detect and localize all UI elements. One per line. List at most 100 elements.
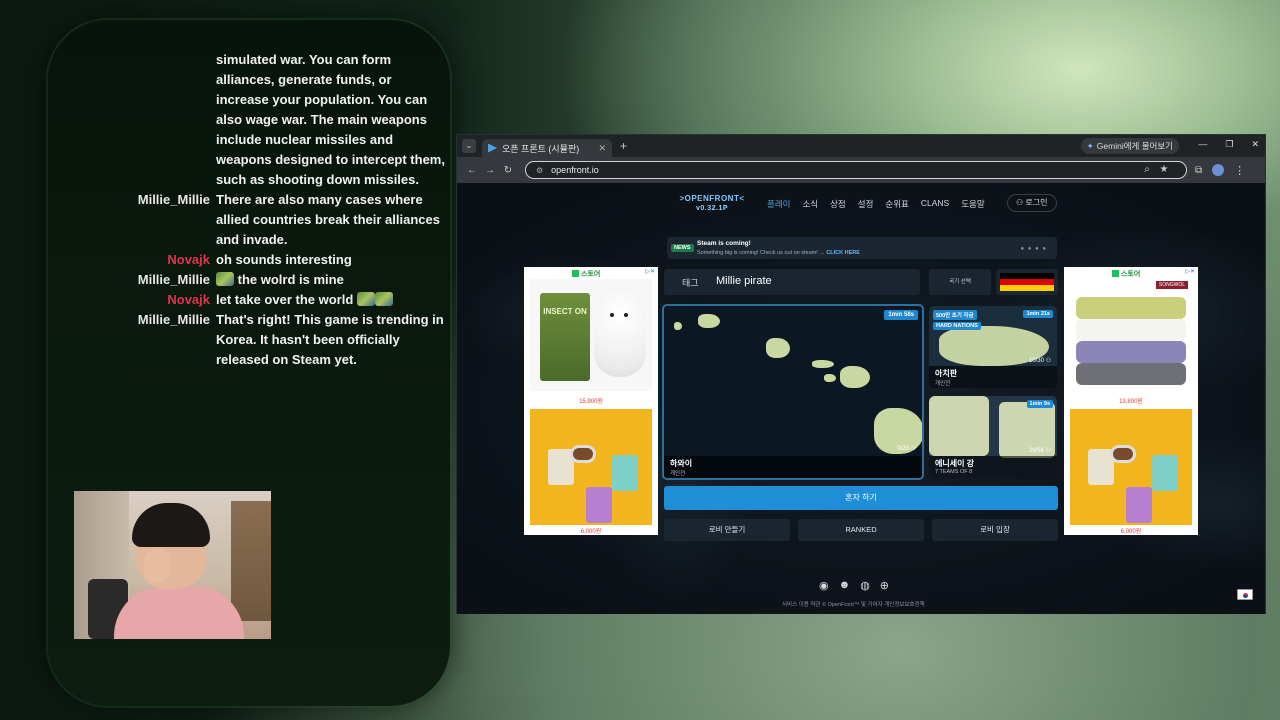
island bbox=[812, 360, 834, 368]
map-card-archipelago[interactable]: 500만 초기 자금 HARD NATIONS 1min 21s 10/30 ⚇… bbox=[929, 306, 1057, 388]
news-badge: NEWS bbox=[671, 244, 694, 252]
browser-window: ⌄ 오픈 프론트 (시뮬판) ✕ + ✦ Gemini에게 물어보기 — ❐ ✕ … bbox=[456, 134, 1266, 614]
right-advertisement[interactable]: 스토어 ▷✕ SONGWOL 13,800원 6,000원 bbox=[1064, 267, 1198, 535]
minimize-icon[interactable]: — bbox=[1198, 139, 1207, 150]
chat-username[interactable]: Millie_Millie bbox=[136, 190, 216, 210]
map-player-count: 29/56 ⚇ bbox=[1028, 448, 1051, 454]
ad-product-image-dogfood[interactable]: INSECT ON bbox=[530, 279, 652, 391]
chat-text: oh sounds interesting bbox=[216, 252, 352, 267]
openfront-logo[interactable]: >OPENFRONT< v0.32.1P bbox=[677, 194, 747, 214]
map-mode: 개인전 bbox=[670, 471, 686, 477]
treat-pouch bbox=[1126, 487, 1152, 523]
close-window-icon[interactable]: ✕ bbox=[1251, 139, 1259, 150]
chat-text: let take over the world bbox=[216, 290, 393, 310]
dog-image bbox=[594, 287, 646, 377]
browser-menu-icon[interactable]: ⋮ bbox=[1234, 164, 1245, 177]
news-link[interactable]: → CLICK HERE bbox=[819, 250, 860, 256]
menu-item-1[interactable]: 소식 bbox=[802, 198, 818, 210]
zoom-icon[interactable]: ⌕ bbox=[1144, 164, 1160, 175]
url-bar[interactable]: ⚙ openfront.io ⌕★ bbox=[525, 161, 1187, 179]
treat-pouch bbox=[586, 487, 612, 523]
site-info-icon[interactable]: ⚙ bbox=[536, 166, 543, 175]
map-timer: 1min 9s bbox=[1026, 400, 1053, 408]
chat-text-span: let take over the world bbox=[216, 292, 357, 307]
profile-avatar[interactable] bbox=[1212, 164, 1225, 176]
player-count-text: 0/20 bbox=[897, 446, 909, 452]
chat-text: There are also many cases where allied c… bbox=[216, 192, 440, 247]
play-solo-button[interactable]: 혼자 하기 bbox=[664, 486, 1058, 510]
version-text: v0.32.1P bbox=[695, 205, 729, 212]
chat-message: Novajk let take over the world bbox=[136, 290, 446, 310]
ranked-button[interactable]: RANKED bbox=[798, 519, 924, 541]
username-input[interactable]: 태그 Millie pirate bbox=[664, 269, 920, 295]
menu-item-6[interactable]: 도움말 bbox=[961, 198, 984, 210]
ad-product-image-towels[interactable]: SONGWOL bbox=[1070, 279, 1192, 391]
flag-stripe bbox=[1000, 285, 1054, 291]
menu-item-0[interactable]: 플레이 bbox=[767, 198, 790, 210]
ad-product-image-treats[interactable] bbox=[1070, 409, 1192, 525]
cam-person-body bbox=[114, 586, 244, 639]
flag-select-button[interactable] bbox=[996, 269, 1058, 295]
forward-icon[interactable]: → bbox=[481, 165, 499, 176]
logo-text: >OPENFRONT< bbox=[679, 194, 745, 203]
join-lobby-button[interactable]: 로비 입장 bbox=[932, 519, 1058, 541]
chat-username[interactable]: Millie_Millie bbox=[136, 310, 216, 330]
chat-username[interactable]: Novajk bbox=[136, 250, 216, 270]
menu-item-2[interactable]: 상점 bbox=[830, 198, 846, 210]
create-lobby-button[interactable]: 로비 만들기 bbox=[664, 519, 790, 541]
island bbox=[840, 366, 870, 388]
store-label: 스토어 bbox=[1121, 271, 1141, 278]
news-banner[interactable]: NEWS Steam is coming! Something big is c… bbox=[667, 237, 1057, 259]
discord-icon[interactable]: ◍ bbox=[860, 579, 870, 592]
chat-username[interactable]: Novajk bbox=[136, 290, 216, 310]
reload-icon[interactable]: ↻ bbox=[499, 165, 517, 176]
treat-pouch bbox=[1152, 455, 1178, 491]
player-count-text: 10/30 bbox=[1028, 358, 1044, 364]
menu-item-4[interactable]: 순위표 bbox=[885, 198, 908, 210]
map-label: 에니세이 강 7 TEAMS OF 8 bbox=[929, 456, 1057, 478]
new-tab-button[interactable]: + bbox=[620, 139, 627, 153]
news-pagination[interactable]: ● ● ● ● bbox=[1021, 246, 1048, 252]
ad-close-icon[interactable]: ▷✕ bbox=[645, 268, 655, 275]
maximize-icon[interactable]: ❐ bbox=[1225, 139, 1233, 150]
brand-badge: SONGWOL bbox=[1155, 281, 1188, 289]
tab-openfront[interactable]: 오픈 프론트 (시뮬판) ✕ bbox=[482, 139, 612, 157]
webcam-feed bbox=[74, 491, 271, 639]
menu-item-3[interactable]: 설정 bbox=[858, 198, 874, 210]
back-icon[interactable]: ← bbox=[463, 165, 481, 176]
left-advertisement[interactable]: 스토어 ▷✕ INSECT ON 15,900원 6,000원 bbox=[524, 267, 658, 535]
language-globe-icon[interactable]: ⊕ bbox=[880, 579, 889, 592]
ad-close-icon[interactable]: ▷✕ bbox=[1185, 268, 1195, 275]
github-icon[interactable]: ◉ bbox=[819, 579, 829, 592]
login-button[interactable]: ⚇ 로그인 bbox=[1007, 194, 1057, 212]
close-tab-icon[interactable]: ✕ bbox=[598, 143, 606, 154]
map-timer: 1min 58s bbox=[884, 310, 918, 320]
flag-select-label[interactable]: 국기 선택 bbox=[929, 269, 991, 295]
island bbox=[766, 338, 790, 358]
extensions-icon[interactable]: ⧉ bbox=[1195, 165, 1202, 176]
bookmark-star-icon[interactable]: ★ bbox=[1160, 164, 1178, 175]
map-card-hawaii[interactable]: 1min 58s 0/20 ⚇ 하와이 개인전 bbox=[662, 304, 924, 480]
towel bbox=[1076, 319, 1186, 341]
land-mass bbox=[929, 396, 989, 456]
store-badge: 스토어 bbox=[1112, 269, 1140, 279]
reddit-icon[interactable]: ☻ bbox=[839, 579, 851, 592]
openfront-favicon-icon bbox=[488, 143, 497, 153]
tab-search-icon[interactable]: ⌄ bbox=[462, 139, 476, 153]
footer-links[interactable]: 서비스 이용 약관 © OpenFront™ 및 기여자 개인정보보호정책 bbox=[782, 600, 925, 608]
clan-tag-field[interactable]: 태그 bbox=[682, 276, 699, 289]
chat-message: Millie_Millie the wolrd is mine bbox=[136, 270, 446, 290]
chat-username[interactable]: Millie_Millie bbox=[136, 270, 216, 290]
gemini-button[interactable]: ✦ Gemini에게 물어보기 bbox=[1080, 138, 1179, 154]
towel bbox=[1076, 363, 1186, 385]
menu-item-5[interactable]: CLANS bbox=[921, 198, 949, 210]
map-name: 하와이 bbox=[670, 459, 693, 468]
tab-title: 오픈 프론트 (시뮬판) bbox=[502, 143, 580, 154]
ad-product-image-treats[interactable] bbox=[530, 409, 652, 525]
tab-strip: ⌄ 오픈 프론트 (시뮬판) ✕ + ✦ Gemini에게 물어보기 — ❐ ✕ bbox=[457, 135, 1265, 157]
chat-message: Novajk oh sounds interesting bbox=[136, 250, 446, 270]
island bbox=[824, 374, 836, 382]
korea-flag-icon[interactable] bbox=[1237, 589, 1253, 600]
cam-person-hand bbox=[144, 549, 170, 583]
map-card-yenisei-river[interactable]: 1min 9s 29/56 ⚇ 에니세이 강 7 TEAMS OF 8 bbox=[929, 396, 1057, 478]
